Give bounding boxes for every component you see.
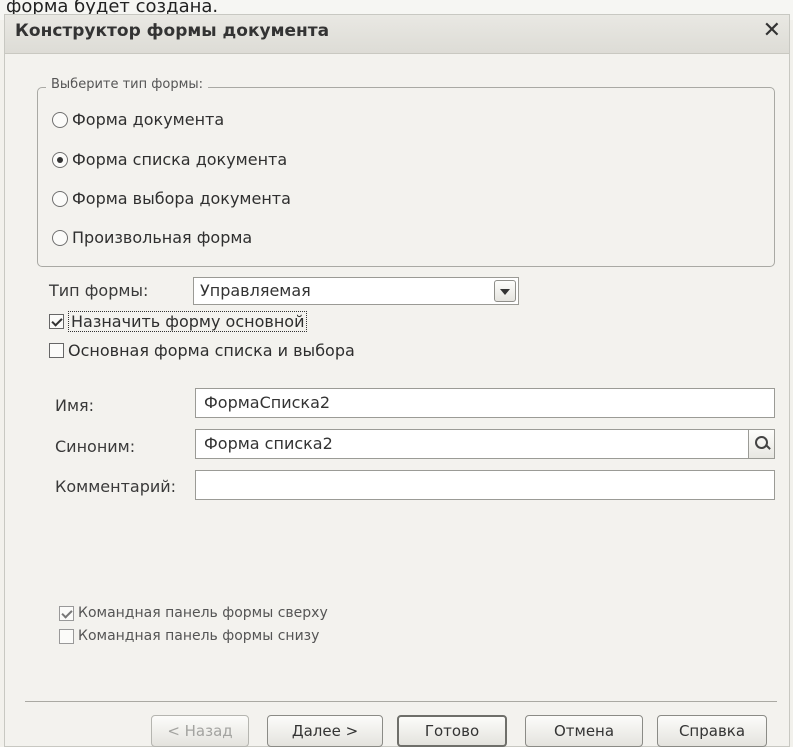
checkbox-set-main-form[interactable]: Назначить форму основной [49,311,308,332]
radio-button-icon[interactable] [52,190,68,207]
name-row: Имя: [55,396,94,415]
form-kind-select[interactable]: Управляемая [193,277,519,305]
search-icon[interactable] [748,430,774,458]
done-button[interactable]: Готово [397,715,507,747]
checkbox-icon[interactable] [49,343,64,358]
synonym-input[interactable]: Форма списка2 [195,429,775,459]
checkbox-main-list-form[interactable]: Основная форма списка и выбора [49,341,355,360]
name-label: Имя: [55,396,95,415]
chevron-down-icon[interactable] [494,280,516,302]
comment-row: Комментарий: [55,477,176,496]
back-button[interactable]: < Назад [151,715,249,747]
radio-custom-form[interactable]: Произвольная форма [52,228,252,247]
checkbox-command-panel-bottom[interactable]: Командная панель формы снизу [59,628,319,644]
help-button[interactable]: Справка [657,715,767,747]
close-icon[interactable]: ✕ [763,18,781,43]
radio-button-selected-icon[interactable] [52,151,68,168]
radio-document-choice-form[interactable]: Форма выбора документа [52,189,291,208]
dialog-titlebar: Конструктор формы документа ✕ [5,15,789,54]
buttons-separator [25,701,777,702]
checkbox-label: Основная форма списка и выбора [68,341,355,360]
cancel-button[interactable]: Отмена [525,715,643,747]
radio-button-icon[interactable] [52,111,68,128]
checkbox-checked-icon[interactable] [59,605,74,621]
form-kind-row: Тип формы: [49,281,148,300]
radio-label: Форма выбора документа [72,189,291,208]
checkbox-label: Командная панель формы снизу [78,628,320,644]
radio-button-icon[interactable] [52,229,68,246]
checkbox-command-panel-top[interactable]: Командная панель формы сверху [59,605,328,621]
synonym-row: Синоним: [55,437,135,456]
next-button[interactable]: Далее > [267,715,383,747]
form-kind-label: Тип формы: [49,281,149,300]
comment-input[interactable] [195,470,775,500]
comment-label: Комментарий: [55,477,177,496]
checkbox-label: Командная панель формы сверху [78,605,328,621]
radio-label: Произвольная форма [72,228,253,247]
radio-label: Форма документа [72,110,225,129]
dialog-title: Конструктор формы документа [15,21,330,41]
checkbox-checked-icon[interactable] [49,314,64,329]
form-constructor-dialog: Конструктор формы документа ✕ Выберите т… [4,14,790,747]
form-type-group: Выберите тип формы: Форма документа Форм… [37,77,775,267]
checkbox-label: Назначить форму основной [68,311,308,332]
form-type-legend: Выберите тип формы: [46,77,209,92]
synonym-label: Синоним: [55,437,136,456]
radio-document-form[interactable]: Форма документа [52,110,224,129]
radio-document-list-form[interactable]: Форма списка документа [52,150,287,169]
checkbox-icon[interactable] [59,628,74,644]
synonym-value: Форма списка2 [204,434,333,453]
radio-label: Форма списка документа [72,150,288,169]
form-kind-value: Управляемая [200,281,311,300]
name-input[interactable]: ФормаСписка2 [195,388,775,418]
